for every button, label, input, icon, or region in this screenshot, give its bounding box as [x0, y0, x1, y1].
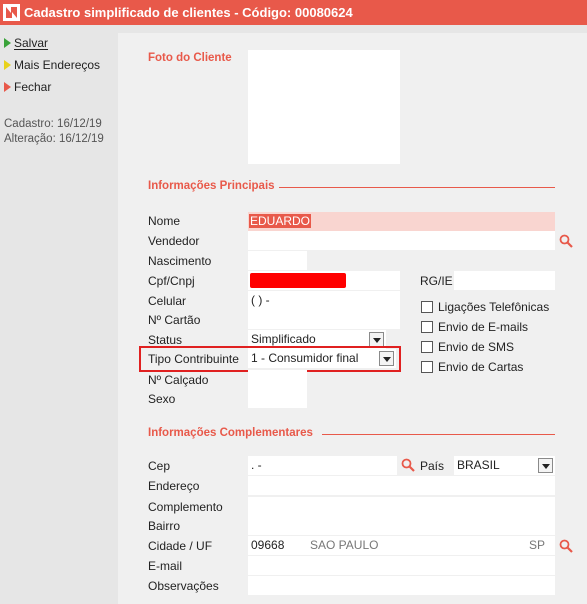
- created-date: Cadastro: 16/12/19: [4, 118, 102, 130]
- extra-info-section-title: Informações Complementares: [148, 427, 313, 439]
- rg-field[interactable]: [454, 271, 555, 290]
- seller-label: Vendedor: [148, 234, 200, 248]
- email-field[interactable]: [248, 556, 555, 575]
- mobile-field[interactable]: ( ) -: [248, 291, 400, 310]
- birth-label: Nascimento: [148, 254, 212, 268]
- seller-field[interactable]: [248, 231, 555, 250]
- cpf-field[interactable]: [248, 271, 400, 290]
- status-label: Status: [148, 333, 183, 347]
- taxpayer-type-value: 1 - Consumidor final: [251, 351, 359, 365]
- mobile-label: Celular: [148, 294, 187, 308]
- status-value: Simplificado: [251, 332, 316, 346]
- district-field[interactable]: [248, 516, 555, 535]
- city-name: SAO PAULO: [310, 538, 379, 552]
- more-addresses-label: Mais Endereços: [14, 58, 101, 72]
- cep-field[interactable]: . -: [248, 456, 397, 475]
- cep-label: Cep: [148, 459, 171, 473]
- redacted-value: [250, 273, 346, 288]
- state-uf: SP: [529, 538, 546, 552]
- birth-field[interactable]: [248, 251, 307, 270]
- address-field[interactable]: [248, 476, 555, 495]
- close-label: Fechar: [14, 80, 52, 94]
- sidebar: Salvar Mais Endereços Fechar Cadastro: 1…: [0, 25, 118, 604]
- section-divider: [322, 434, 555, 435]
- shoe-size-field[interactable]: [248, 370, 307, 389]
- sex-field[interactable]: [248, 389, 307, 408]
- district-label: Bairro: [148, 519, 181, 533]
- checkbox-box[interactable]: [421, 361, 433, 373]
- photo-section-title: Foto do Cliente: [148, 52, 232, 64]
- country-value: BRASIL: [457, 458, 500, 472]
- rg-label: RG/IE: [420, 274, 453, 288]
- arrow-red-icon: [4, 82, 11, 92]
- card-field[interactable]: [248, 310, 400, 329]
- cep-search-icon[interactable]: [401, 458, 415, 472]
- arrow-yellow-icon: [4, 60, 11, 70]
- checkbox-label: Envio de SMS: [438, 340, 515, 354]
- taxpayer-type-label: Tipo Contribuinte: [148, 352, 239, 366]
- card-label: Nº Cartão: [148, 313, 201, 327]
- name-field[interactable]: EDUARDO: [248, 212, 555, 231]
- customer-photo[interactable]: [248, 50, 400, 164]
- checkbox-box[interactable]: [421, 321, 433, 333]
- app-logo-icon: [3, 4, 20, 21]
- notes-field[interactable]: [248, 576, 555, 595]
- city-field[interactable]: 09668 SAO PAULO SP: [248, 536, 555, 555]
- name-value: EDUARDO: [249, 214, 312, 228]
- country-label: País: [420, 459, 445, 473]
- chevron-down-icon[interactable]: [538, 458, 553, 473]
- checkbox-label: Envio de E-mails: [438, 320, 529, 334]
- checkbox-sms[interactable]: Envio de SMS: [421, 340, 514, 354]
- complement-label: Complemento: [148, 500, 223, 514]
- city-code: 09668: [251, 538, 285, 552]
- country-select[interactable]: BRASIL: [454, 456, 555, 475]
- save-button[interactable]: Salvar: [4, 35, 48, 51]
- title-bar: Cadastro simplificado de clientes - Códi…: [0, 0, 587, 25]
- more-addresses-button[interactable]: Mais Endereços: [4, 57, 100, 73]
- checkbox-label: Envio de Cartas: [438, 360, 524, 374]
- section-divider: [279, 187, 555, 188]
- save-label: Salvar: [14, 36, 49, 50]
- checkbox-box[interactable]: [421, 341, 433, 353]
- notes-label: Observações: [148, 579, 219, 593]
- email-label: E-mail: [148, 559, 183, 573]
- checkbox-label: Ligações Telefônicas: [438, 300, 550, 314]
- shoe-size-label: Nº Calçado: [148, 373, 209, 387]
- taxpayer-type-select[interactable]: 1 - Consumidor final: [248, 349, 396, 368]
- form-panel: Foto do Cliente Informações Principais N…: [118, 25, 587, 604]
- close-button[interactable]: Fechar: [4, 79, 51, 95]
- panel-top-band: [118, 25, 587, 33]
- checkbox-box[interactable]: [421, 301, 433, 313]
- seller-search-icon[interactable]: [559, 234, 573, 248]
- chevron-down-icon[interactable]: [379, 351, 394, 366]
- sex-label: Sexo: [148, 392, 176, 406]
- checkbox-phone-calls[interactable]: Ligações Telefônicas: [421, 300, 549, 314]
- chevron-down-icon[interactable]: [369, 332, 384, 347]
- address-label: Endereço: [148, 479, 200, 493]
- arrow-green-icon: [4, 38, 11, 48]
- modified-date: Alteração: 16/12/19: [4, 133, 104, 145]
- city-search-icon[interactable]: [559, 539, 573, 553]
- city-label: Cidade / UF: [148, 539, 213, 553]
- name-label: Nome: [148, 214, 181, 228]
- cpf-label: Cpf/Cnpj: [148, 274, 195, 288]
- main-info-section-title: Informações Principais: [148, 180, 275, 192]
- complement-field[interactable]: [248, 497, 555, 516]
- window-title: Cadastro simplificado de clientes - Códi…: [24, 5, 353, 20]
- checkbox-emails[interactable]: Envio de E-mails: [421, 320, 528, 334]
- checkbox-cards[interactable]: Envio de Cartas: [421, 360, 523, 374]
